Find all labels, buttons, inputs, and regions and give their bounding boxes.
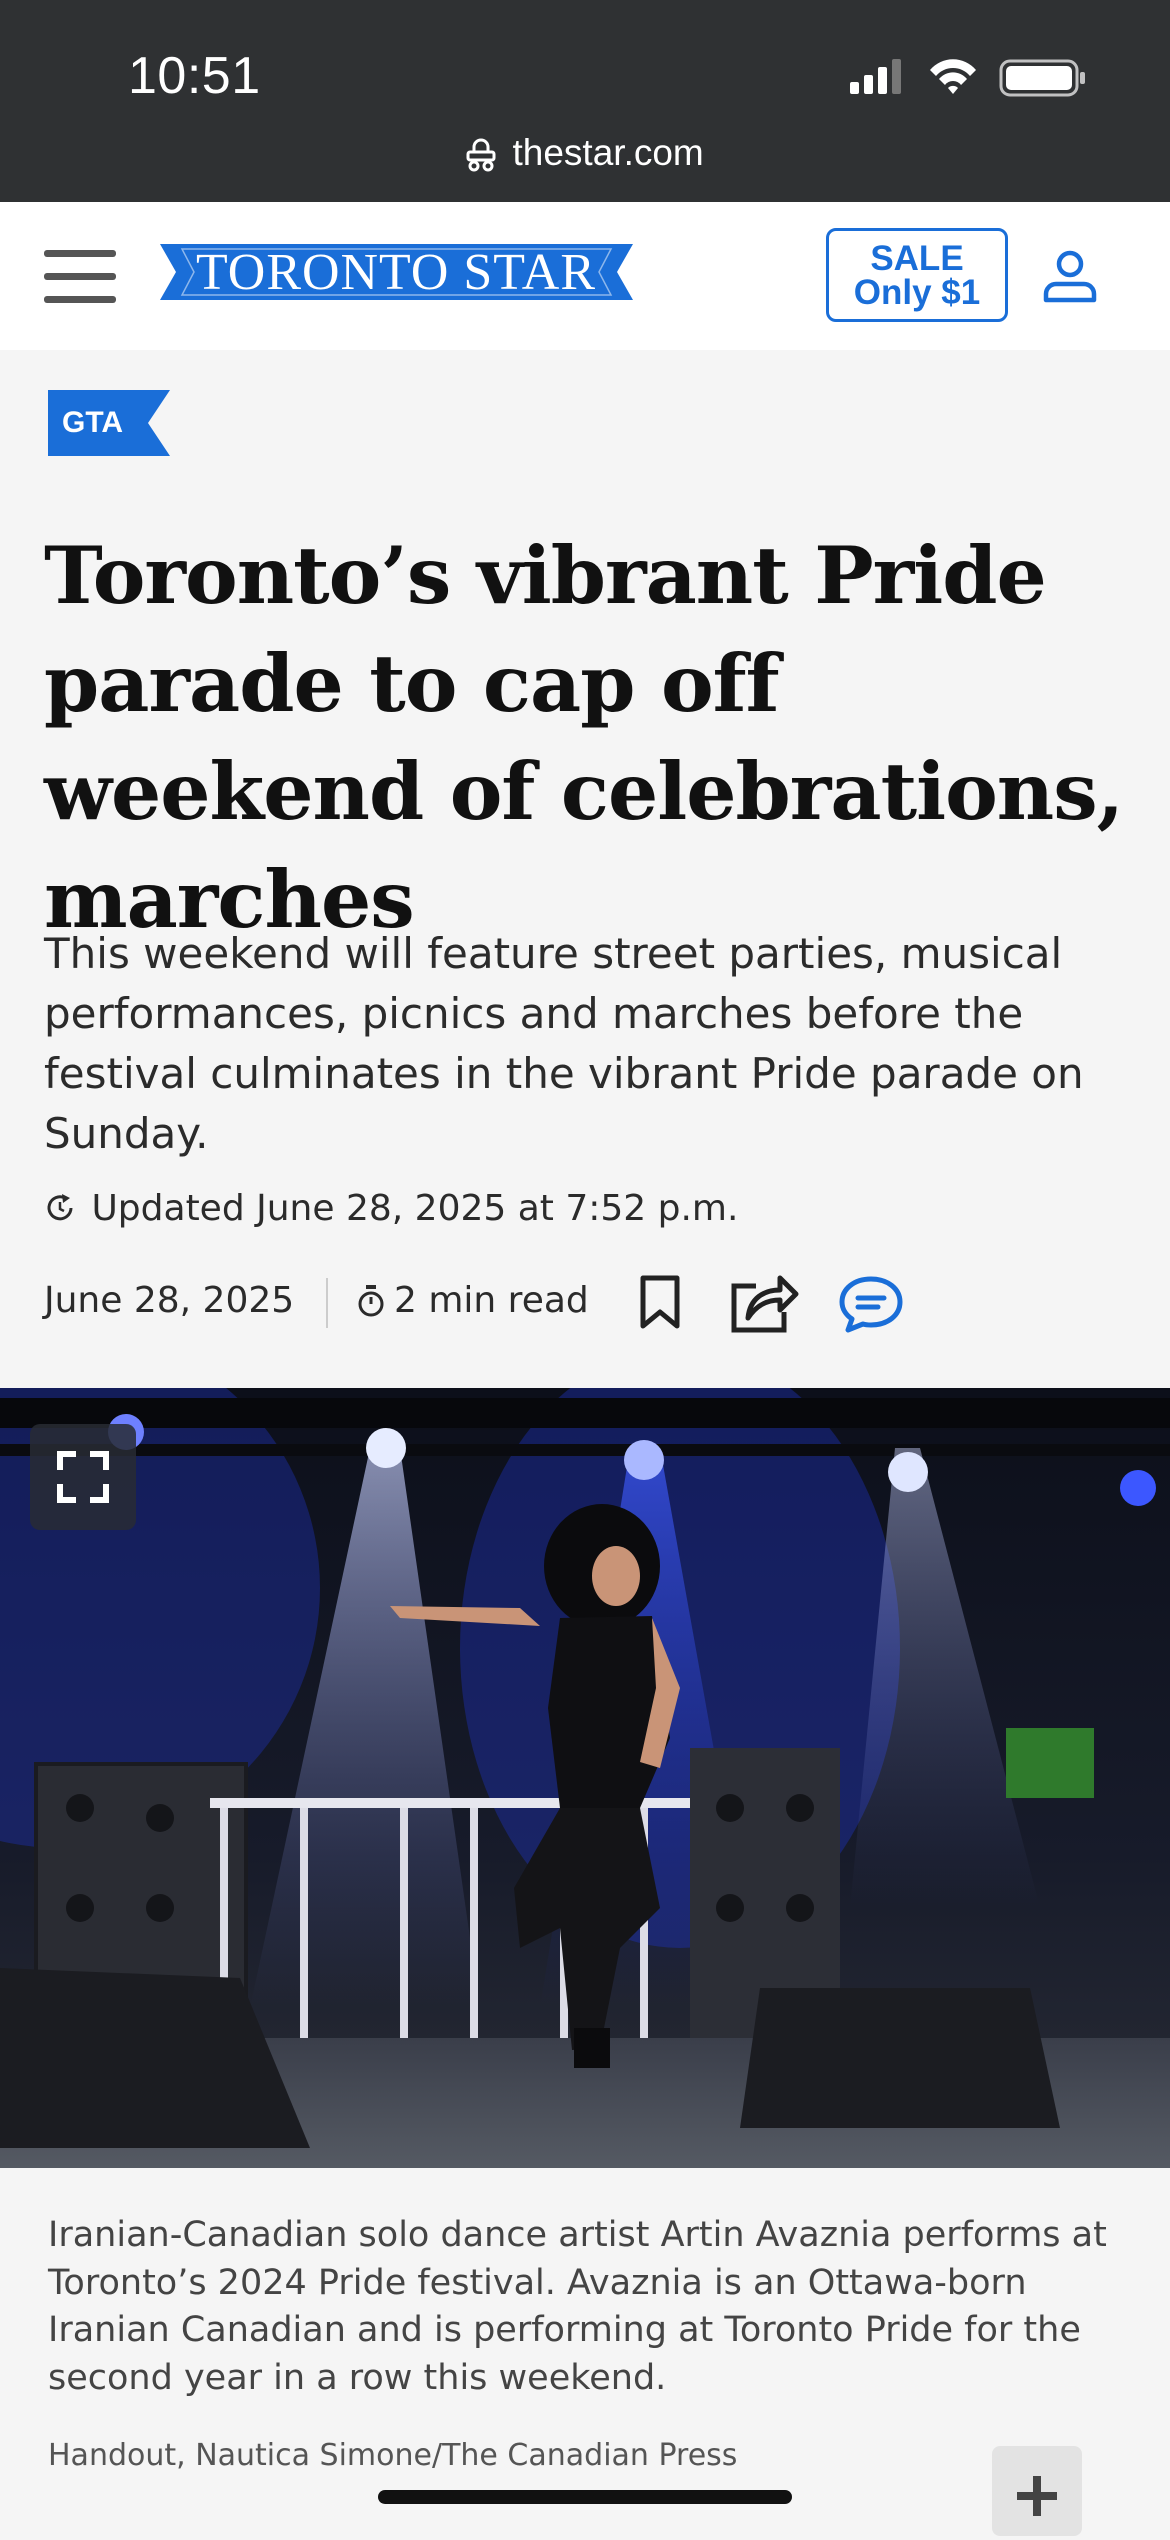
toronto-star-logo[interactable]: TORONTO STAR (160, 244, 633, 300)
expand-icon[interactable] (30, 1424, 136, 1530)
article-photo[interactable] (0, 1388, 1170, 2168)
signal-icon (850, 59, 901, 94)
plus-glyph (1017, 2476, 1057, 2516)
share-icon[interactable] (728, 1268, 800, 1334)
home-indicator[interactable] (378, 2490, 792, 2504)
comment-icon[interactable] (838, 1274, 904, 1334)
url-text: thestar.com (512, 132, 704, 173)
meta-divider (326, 1278, 328, 1328)
timer-icon (358, 1285, 384, 1317)
read-time: 2 min read (356, 1280, 589, 1321)
logo-text: TORONTO STAR (196, 244, 596, 300)
sale-line1: SALE (870, 239, 964, 278)
read-time-text: 2 min read (394, 1280, 589, 1321)
status-time: 10:51 (128, 47, 261, 105)
status-icons (850, 59, 1085, 97)
lock-icon (466, 138, 496, 172)
updated-timestamp: Updated June 28, 2025 at 7:52 p.m. (44, 1188, 738, 1229)
article-headline: Toronto’s vibrant Pride parade to cap of… (44, 529, 1124, 946)
section-tag-label: GTA (62, 406, 124, 439)
status-bar: 10:51 thestar.com (0, 0, 1170, 202)
article-meta-row: June 28, 2025 2 min read (44, 1268, 1134, 1342)
publish-date: June 28, 2025 (44, 1280, 295, 1321)
refresh-icon (47, 1194, 73, 1221)
expand-glyph (57, 1451, 109, 1503)
hamburger-menu-icon[interactable] (44, 250, 116, 304)
sale-subscribe-button[interactable]: SALE Only $1 (826, 228, 1008, 322)
user-icon[interactable] (1040, 246, 1100, 306)
site-header: TORONTO STAR SALE Only $1 (0, 202, 1170, 350)
section-tag[interactable]: GTA (48, 390, 170, 456)
photo-credit: Handout, Nautica Simone/The Canadian Pre… (48, 2438, 738, 2473)
plus-icon[interactable] (992, 2446, 1082, 2536)
wifi-icon (930, 59, 976, 94)
updated-text: Updated June 28, 2025 at 7:52 p.m. (91, 1188, 739, 1229)
article-deck: This weekend will feature street parties… (44, 929, 1084, 1158)
bookmark-icon[interactable] (638, 1274, 682, 1332)
url-bar[interactable]: thestar.com (0, 132, 1170, 174)
stage-performance-image (0, 1388, 1170, 2168)
photo-caption: Iranian-Canadian solo dance artist Artin… (48, 2215, 1107, 2398)
sale-line2: Only $1 (853, 273, 981, 312)
battery-icon (999, 59, 1085, 97)
